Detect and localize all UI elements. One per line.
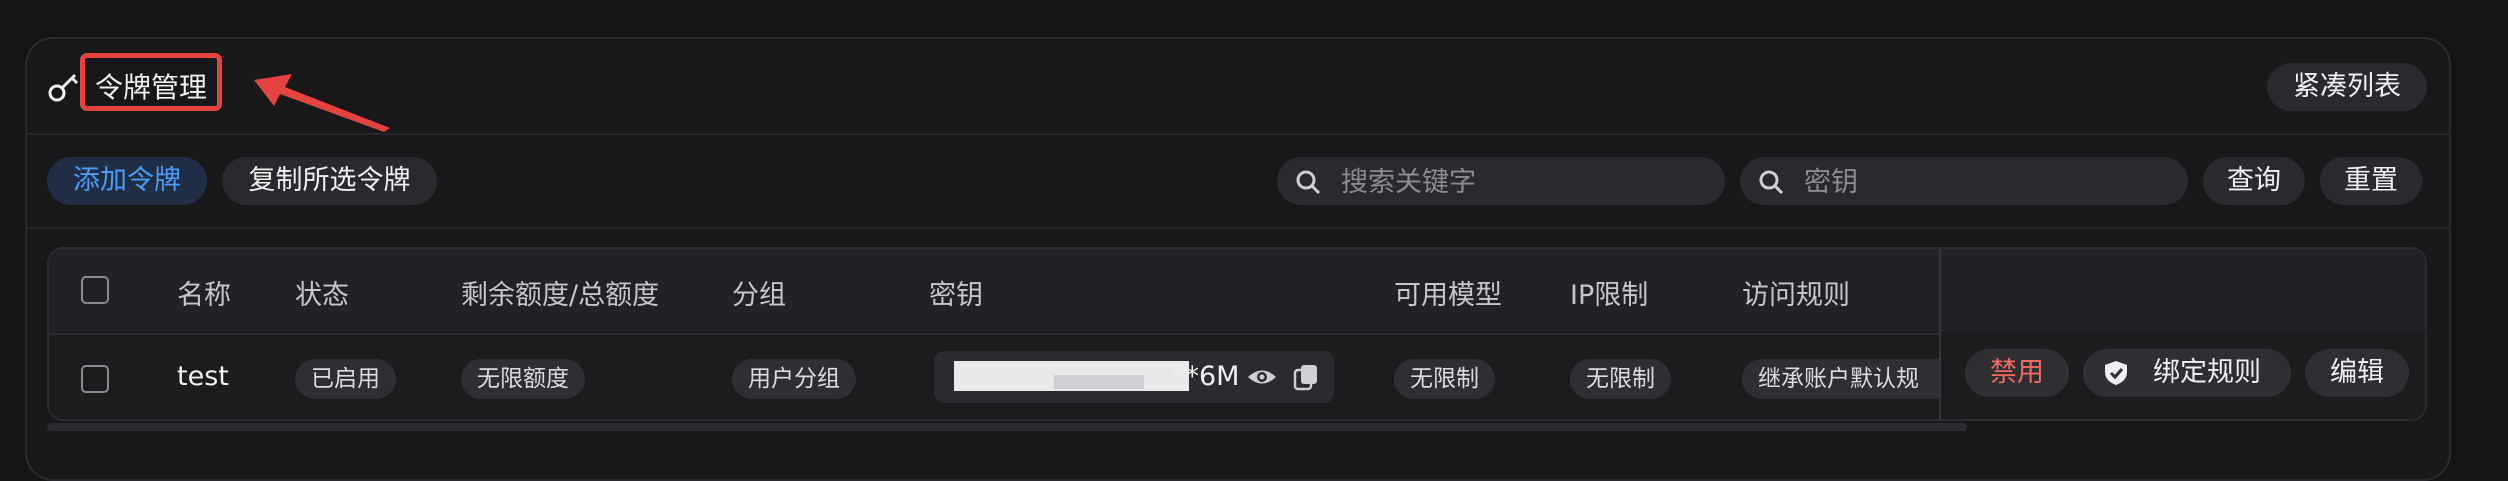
ip-limit-badge: 无限制: [1570, 359, 1671, 399]
add-token-button[interactable]: 添加令牌: [47, 157, 207, 205]
key-icon: [48, 73, 79, 102]
token-management-panel: 令牌管理 紧凑列表 添加令牌 复制所选令牌 查询 重置 名称 状态 剩余额度/总…: [25, 37, 2451, 481]
annotation-arrow: [254, 74, 390, 132]
column-header-key: 密钥: [929, 280, 983, 311]
column-header-name: 名称: [177, 280, 231, 311]
column-header-status: 状态: [295, 280, 349, 311]
key-search-input[interactable]: [1802, 157, 2166, 207]
quota-badge: 无限额度: [461, 359, 585, 399]
shield-icon: [2105, 361, 2127, 385]
token-table: 名称 状态 剩余额度/总额度 分组 密钥 可用模型 IP限制 访问规则 test…: [47, 247, 2427, 421]
access-rule-badge: 继承账户默认规: [1742, 359, 1959, 399]
column-header-quota: 剩余额度/总额度: [461, 280, 660, 311]
page-title: 令牌管理: [95, 71, 208, 104]
select-all-checkbox[interactable]: [81, 276, 109, 304]
status-badge: 已启用: [295, 359, 396, 399]
key-redaction: [1054, 375, 1144, 389]
eye-icon[interactable]: [1246, 364, 1278, 390]
edit-button[interactable]: 编辑: [2305, 349, 2409, 397]
token-name: test: [177, 361, 229, 392]
compact-list-button[interactable]: 紧凑列表: [2267, 63, 2427, 111]
toolbar-divider: [27, 227, 2449, 229]
key-suffix: **6M: [1172, 361, 1240, 392]
column-header-ip-limit: IP限制: [1570, 280, 1649, 311]
keyword-search: [1277, 157, 1725, 207]
column-header-group: 分组: [732, 280, 786, 311]
horizontal-scrollbar[interactable]: [47, 423, 1967, 431]
column-header-models: 可用模型: [1394, 280, 1502, 311]
search-icon: [1759, 170, 1784, 195]
copy-icon[interactable]: [1293, 363, 1319, 391]
bind-rules-label: 绑定规则: [2153, 357, 2261, 388]
bind-rules-button[interactable]: 绑定规则: [2083, 349, 2291, 397]
key-search: [1740, 157, 2188, 207]
group-badge: 用户分组: [732, 359, 856, 399]
token-key-field: **6M: [934, 351, 1334, 403]
reset-button[interactable]: 重置: [2320, 157, 2422, 205]
copy-selected-tokens-button[interactable]: 复制所选令牌: [222, 157, 437, 205]
disable-button[interactable]: 禁用: [1965, 349, 2069, 397]
query-button[interactable]: 查询: [2203, 157, 2305, 205]
keyword-search-input[interactable]: [1339, 157, 1703, 207]
actions-header: [1941, 249, 2425, 331]
column-header-access-rules: 访问规则: [1742, 280, 1850, 311]
row-actions-column: 禁用 绑定规则 编辑: [1939, 249, 2425, 419]
models-badge: 无限制: [1394, 359, 1495, 399]
search-icon: [1296, 170, 1321, 195]
panel-header: 令牌管理 紧凑列表: [27, 39, 2449, 135]
row-checkbox[interactable]: [81, 365, 109, 393]
